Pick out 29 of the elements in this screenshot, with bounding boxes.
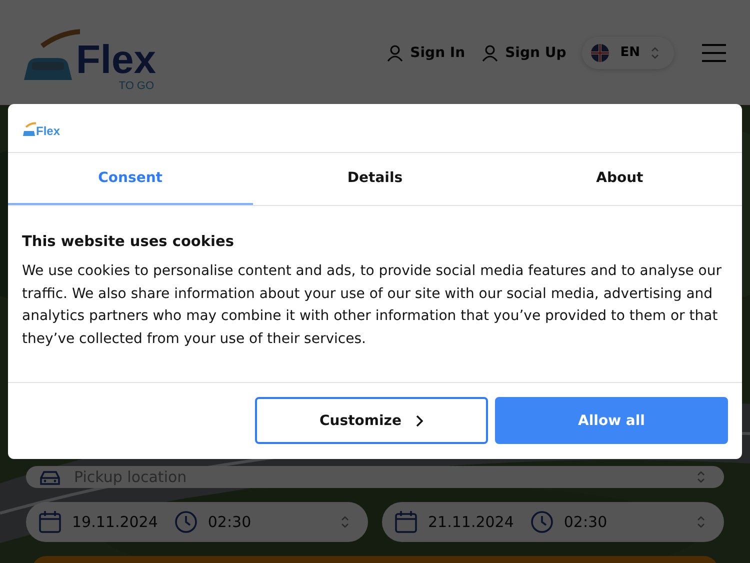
- customize-button[interactable]: Customize: [255, 397, 488, 444]
- user-icon: [386, 44, 404, 62]
- allow-button[interactable]: Allow all: [495, 397, 728, 444]
- date-time-field[interactable]: 19.11.2024 02:30: [26, 502, 368, 542]
- language-select[interactable]: EN: [582, 36, 674, 68]
- calendar-icon: [394, 510, 418, 534]
- up-down-icon: [340, 515, 350, 529]
- account-link[interactable]: Sign In: [386, 44, 466, 62]
- calendar-icon: [38, 510, 62, 534]
- logo-wordmark: Flex: [76, 40, 156, 80]
- menu-icon[interactable]: [702, 44, 726, 62]
- clock-icon: [530, 510, 554, 534]
- up-down-icon: [696, 515, 706, 529]
- dialog-text: We use cookies to personalise content and ads, to provide social media features and to analyse our traffic. We also share information about your use of our site with our social media, advertising and analytics partners who may combine it with other information that you’ve provided to them or that they’ve collected from your use of their services.: [22, 262, 723, 348]
- flag-icon: [590, 42, 610, 62]
- dialog-tab[interactable]: Details: [252, 153, 498, 205]
- dialog-tab[interactable]: Consent: [8, 153, 253, 205]
- dialog-tab[interactable]: About: [497, 153, 742, 205]
- chevron-right-icon: [415, 414, 424, 426]
- user-icon: [481, 44, 500, 62]
- dialog-heading: This website uses cookies: [22, 234, 235, 250]
- logo: Flex: [8, 104, 60, 152]
- up-down-icon: [650, 46, 660, 60]
- up-down-icon: [696, 470, 706, 484]
- account-link[interactable]: Sign Up: [481, 44, 566, 62]
- logo-tagline: TO GO: [118, 80, 154, 92]
- clock-icon: [174, 510, 198, 534]
- logo[interactable]: Flex TO GO: [20, 14, 156, 92]
- date-time-field[interactable]: 21.11.2024 02:30: [382, 502, 724, 542]
